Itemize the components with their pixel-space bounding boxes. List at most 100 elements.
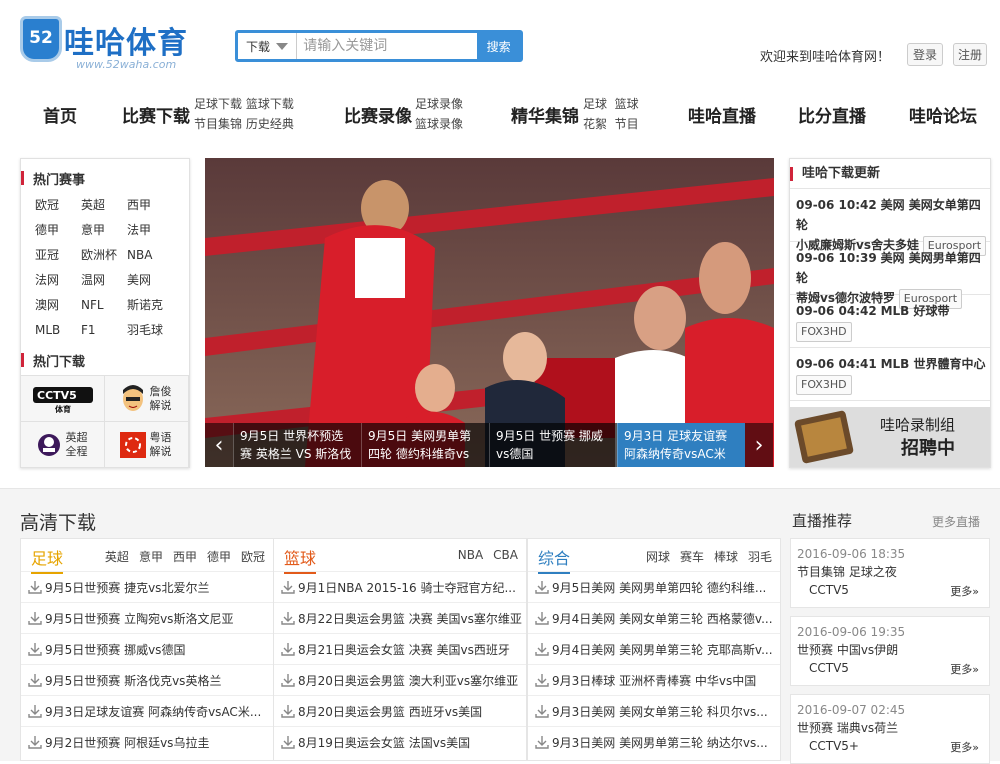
nav-sub-link[interactable]: 历史经典 <box>246 117 294 131</box>
nav-score[interactable]: 比分直播 <box>798 102 866 127</box>
download-row[interactable]: 8月21日奥运会女篮 决赛 美国vs西班牙 <box>274 633 526 664</box>
download-row[interactable]: 9月5日世预赛 捷克vs北爱尔兰 <box>21 571 273 602</box>
cctv5-tile[interactable]: CCTV5 体育 <box>21 376 105 422</box>
live-more-link[interactable]: 更多» <box>950 583 979 601</box>
download-row[interactable]: 9月4日美网 美网男单第三轮 克耶高斯v... <box>528 633 780 664</box>
general-league-link[interactable]: 棒球 <box>714 548 738 565</box>
nav-sub-replay: 足球录像 篮球录像 <box>415 94 463 134</box>
hot-event-link[interactable]: 美网 <box>127 271 173 289</box>
hot-event-link[interactable]: 亚冠 <box>35 246 81 264</box>
nav-live[interactable]: 哇哈直播 <box>688 102 756 127</box>
download-row[interactable]: 9月3日足球友谊赛 阿森纳传奇vsAC米... <box>21 695 273 726</box>
nav-sub-link[interactable]: 篮球录像 <box>415 117 463 131</box>
football-league-link[interactable]: 西甲 <box>173 548 197 565</box>
nav-sub-link[interactable]: 节目集锦 <box>194 117 242 131</box>
site-logo[interactable]: 52 哇哈体育 www.52waha.com <box>20 12 190 74</box>
nav-sub-link[interactable]: 足球录像 <box>415 97 463 111</box>
hot-event-link[interactable]: 羽毛球 <box>127 321 173 339</box>
download-row[interactable]: 9月3日美网 美网男单第三轮 纳达尔vs... <box>528 726 780 757</box>
nav-sub-link[interactable]: 足球下载 <box>194 97 242 111</box>
basketball-league-link[interactable]: CBA <box>493 548 518 562</box>
nav-match-download[interactable]: 比赛下载 <box>122 102 190 127</box>
cantonese-tile[interactable]: 粤语解说 <box>105 422 189 468</box>
update-item[interactable]: 09-06 10:39 美网 美网男单第四轮 蒂姆vs德尔波特罗 Eurospor… <box>790 242 990 309</box>
nav-sub-link[interactable]: 节目 <box>615 117 639 131</box>
carousel-caption[interactable]: 9月5日 美网男单第四轮 德约科维奇vs <box>361 423 489 467</box>
download-row[interactable]: 9月5日美网 美网男单第四轮 德约科维... <box>528 571 780 602</box>
football-title[interactable]: 足球 <box>31 545 64 574</box>
basketball-league-link[interactable]: NBA <box>458 548 483 562</box>
carousel-prev-button[interactable]: ‹ <box>205 423 233 467</box>
live-card[interactable]: 2016-09-06 19:35 世预赛 中国vs伊朗 CCTV5 更多» <box>790 616 990 686</box>
download-row[interactable]: 9月3日美网 美网女单第三轮 科贝尔vs... <box>528 695 780 726</box>
basketball-title[interactable]: 篮球 <box>284 545 317 574</box>
nav-highlights[interactable]: 精华集锦 <box>511 102 579 127</box>
hot-event-link[interactable]: 斯诺克 <box>127 296 173 314</box>
hot-event-link[interactable]: 欧冠 <box>35 196 81 214</box>
live-more-link[interactable]: 更多» <box>950 739 979 757</box>
zhan-jun-tile[interactable]: 詹俊解说 <box>105 376 189 422</box>
hot-event-link[interactable]: 西甲 <box>127 196 173 214</box>
hot-event-link[interactable]: MLB <box>35 321 81 339</box>
main-nav: 首页 比赛下载 足球下载 篮球下载 节目集锦 历史经典 比赛录像 足球录像 篮球… <box>0 94 1000 134</box>
live-more-link[interactable]: 更多» <box>950 661 979 679</box>
football-league-link[interactable]: 意甲 <box>139 548 163 565</box>
hot-event-link[interactable]: 法甲 <box>127 221 173 239</box>
live-card[interactable]: 2016-09-06 18:35 节目集锦 足球之夜 CCTV5 更多» <box>790 538 990 608</box>
hot-event-link[interactable]: 温网 <box>81 271 127 289</box>
football-leagues: 英超 意甲 西甲 德甲 欧冠 <box>105 548 265 565</box>
carousel-caption[interactable]: 9月5日 世界杯预选赛 英格兰 VS 斯洛伐 <box>233 423 361 467</box>
update-item[interactable]: 09-06 04:41 MLB 世界體育中心 FOX3HD <box>790 348 990 401</box>
download-row[interactable]: 8月20日奥运会男篮 西班牙vs美国 <box>274 695 526 726</box>
nav-home[interactable]: 首页 <box>43 102 77 127</box>
register-button[interactable]: 注册 <box>953 43 987 66</box>
download-row[interactable]: 9月1日NBA 2015-16 骑士夺冠官方纪... <box>274 571 526 602</box>
download-row[interactable]: 9月5日世预赛 立陶宛vs斯洛文尼亚 <box>21 602 273 633</box>
nav-sub-link[interactable]: 足球 <box>583 97 607 111</box>
login-button[interactable]: 登录 <box>907 43 943 66</box>
nav-sub-link[interactable]: 篮球 <box>615 97 639 111</box>
search-button[interactable]: 搜索 <box>477 33 520 59</box>
download-row[interactable]: 9月5日世预赛 斯洛伐克vs英格兰 <box>21 664 273 695</box>
nav-sub-link[interactable]: 花絮 <box>583 117 607 131</box>
update-item[interactable]: 09-06 10:42 美网 美网女单第四轮 小威廉姆斯vs舍夫多娃 Eurosp… <box>790 189 990 256</box>
download-row[interactable]: 9月5日世预赛 挪威vs德国 <box>21 633 273 664</box>
hot-event-link[interactable]: 法网 <box>35 271 81 289</box>
recruit-banner[interactable]: 哇哈录制组 招聘中 <box>790 407 990 467</box>
football-league-link[interactable]: 英超 <box>105 548 129 565</box>
general-league-link[interactable]: 赛车 <box>680 548 704 565</box>
hot-event-link[interactable]: NFL <box>81 296 127 314</box>
download-row[interactable]: 8月19日奥运会女篮 法国vs美国 <box>274 726 526 757</box>
carousel-caption[interactable]: 9月5日 世预赛 挪威vs德国 <box>489 423 617 467</box>
search-type-select[interactable]: 下载 <box>238 33 298 59</box>
download-row[interactable]: 8月22日奥运会男篮 决赛 美国vs塞尔维亚 <box>274 602 526 633</box>
football-league-link[interactable]: 欧冠 <box>241 548 265 565</box>
hot-events-panel: 热门赛事 欧冠 英超 西甲 德甲 意甲 法甲 亚冠 欧洲杯 NBA 法网 温网 美网 澳网 NFL 斯诺克 M… <box>20 158 190 468</box>
download-row[interactable]: 9月3日棒球 亚洲杯青棒赛 中华vs中国 <box>528 664 780 695</box>
hero-carousel[interactable]: ‹ 9月5日 世界杯预选赛 英格兰 VS 斯洛伐 9月5日 美网男单第四轮 德约… <box>205 158 774 467</box>
download-row[interactable]: 8月20日奥运会男篮 澳大利亚vs塞尔维亚 <box>274 664 526 695</box>
hot-event-link[interactable]: F1 <box>81 321 127 339</box>
more-live-link[interactable]: 更多直播 <box>932 513 980 530</box>
film-reel-icon <box>794 410 854 464</box>
search-input[interactable] <box>297 33 478 59</box>
hot-event-link[interactable]: 澳网 <box>35 296 81 314</box>
hot-event-link[interactable]: 欧洲杯 <box>81 246 127 264</box>
download-row[interactable]: 9月4日美网 美网女单第三轮 西格蒙德v... <box>528 602 780 633</box>
carousel-caption-active[interactable]: 9月3日 足球友谊赛 阿森纳传奇vsAC米 <box>617 423 745 467</box>
nav-sub-link[interactable]: 篮球下载 <box>246 97 294 111</box>
hot-event-link[interactable]: 英超 <box>81 196 127 214</box>
nav-forum[interactable]: 哇哈论坛 <box>909 102 977 127</box>
live-card[interactable]: 2016-09-07 02:45 世预赛 瑞典vs荷兰 CCTV5+ 更多» <box>790 694 990 764</box>
hot-event-link[interactable]: 德甲 <box>35 221 81 239</box>
general-league-link[interactable]: 网球 <box>646 548 670 565</box>
general-league-link[interactable]: 羽毛 <box>748 548 772 565</box>
hot-event-link[interactable]: 意甲 <box>81 221 127 239</box>
general-title[interactable]: 综合 <box>538 545 571 574</box>
carousel-next-button[interactable]: › <box>745 423 773 467</box>
hot-event-link[interactable]: NBA <box>127 246 173 264</box>
epl-tile[interactable]: 英超全程 <box>21 422 105 468</box>
football-league-link[interactable]: 德甲 <box>207 548 231 565</box>
download-row[interactable]: 9月2日世预赛 阿根廷vs乌拉圭 <box>21 726 273 757</box>
nav-replay[interactable]: 比赛录像 <box>344 102 412 127</box>
